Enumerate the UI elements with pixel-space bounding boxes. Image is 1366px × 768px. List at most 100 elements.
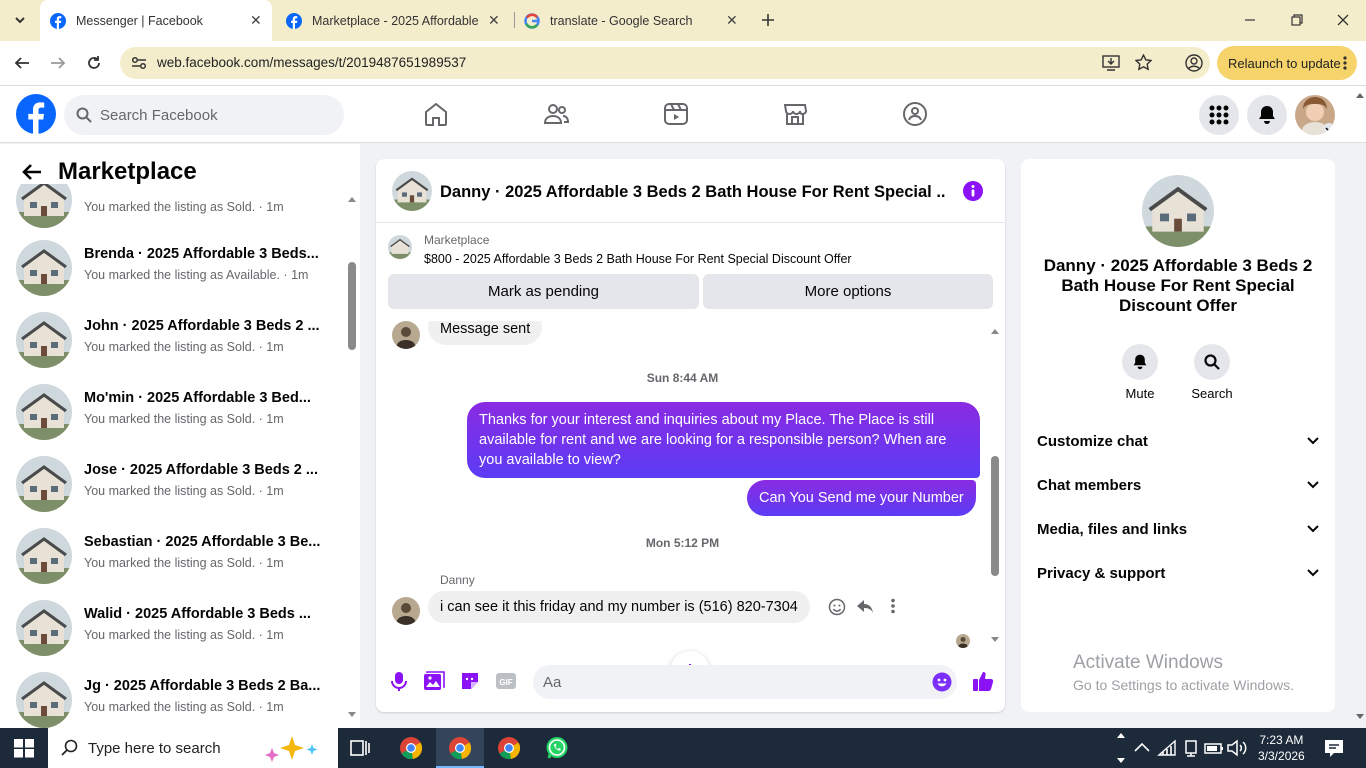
conversation-item[interactable]: Walid · 2025 Affordable 3 Beds ... You m… bbox=[16, 600, 336, 660]
nav-home[interactable] bbox=[422, 100, 450, 128]
nav-marketplace[interactable] bbox=[781, 100, 809, 128]
profile-button[interactable] bbox=[1184, 53, 1204, 73]
facebook-search-input[interactable] bbox=[100, 95, 330, 135]
info-icon[interactable] bbox=[962, 180, 984, 202]
thumbs-up-icon[interactable] bbox=[972, 670, 994, 692]
house-photo-icon bbox=[16, 240, 72, 296]
privacy-support-section[interactable]: Privacy & support bbox=[1037, 553, 1319, 593]
reply-icon[interactable] bbox=[856, 598, 874, 616]
message-bubble-outgoing[interactable]: Can You Send me your Number bbox=[747, 480, 976, 516]
taskbar-search[interactable]: Type here to search bbox=[48, 728, 338, 768]
message-bubble-outgoing[interactable]: Thanks for your interest and inquiries a… bbox=[467, 402, 980, 478]
gif-icon[interactable]: GIF bbox=[495, 670, 517, 692]
install-app-icon[interactable] bbox=[1102, 55, 1120, 71]
photo-attach-icon[interactable] bbox=[423, 670, 445, 692]
close-tab-icon[interactable]: ✕ bbox=[250, 12, 262, 29]
plus-icon bbox=[762, 14, 774, 26]
facebook-logo-icon[interactable] bbox=[16, 94, 56, 134]
conversation-item[interactable]: Sebastian · 2025 Affordable 3 Be... You … bbox=[16, 528, 336, 588]
reload-button[interactable] bbox=[84, 53, 104, 73]
relaunch-update-button[interactable]: Relaunch to update bbox=[1217, 46, 1357, 80]
more-vertical-icon[interactable] bbox=[890, 598, 896, 614]
windows-start-icon[interactable] bbox=[12, 736, 36, 760]
omnibox[interactable]: web.facebook.com/messages/t/201948765198… bbox=[120, 47, 1210, 79]
sticker-icon[interactable] bbox=[459, 670, 481, 692]
back-arrow-icon[interactable] bbox=[22, 163, 42, 181]
chat-members-section[interactable]: Chat members bbox=[1037, 465, 1319, 505]
house-thumbnail[interactable] bbox=[392, 171, 432, 211]
url-text[interactable]: web.facebook.com/messages/t/201948765198… bbox=[157, 55, 466, 70]
more-options-button[interactable]: More options bbox=[703, 274, 993, 309]
whatsapp-icon[interactable] bbox=[545, 736, 569, 760]
emoji-icon[interactable] bbox=[932, 672, 952, 692]
conversation-item[interactable]: Jg · 2025 Affordable 3 Beds 2 Ba... You … bbox=[16, 672, 336, 728]
message-bubble-incoming[interactable]: Message sent bbox=[428, 321, 543, 345]
conversation-item[interactable]: You marked the listing as Sold. · 1m bbox=[16, 184, 336, 232]
system-clock[interactable]: 7:23 AM 3/3/2026 bbox=[1258, 732, 1305, 764]
notification-center-icon[interactable] bbox=[1322, 736, 1346, 760]
microphone-icon[interactable] bbox=[388, 670, 410, 692]
conversation-item[interactable]: Brenda · 2025 Affordable 3 Beds... You m… bbox=[16, 240, 336, 300]
facebook-icon bbox=[286, 12, 302, 29]
page-scrollbar[interactable] bbox=[1353, 86, 1366, 728]
close-tab-icon[interactable]: ✕ bbox=[488, 12, 500, 29]
mark-as-pending-button[interactable]: Mark as pending bbox=[388, 274, 699, 309]
listing-description[interactable]: $800 - 2025 Affordable 3 Beds 2 Bath Hou… bbox=[424, 252, 852, 266]
show-hidden-icons-chevron-icon[interactable] bbox=[1130, 736, 1154, 760]
site-info-icon[interactable] bbox=[131, 56, 147, 70]
nav-watch[interactable] bbox=[662, 100, 690, 128]
conversation-status: You marked the listing as Sold. · 1m bbox=[84, 412, 284, 426]
conversation-item[interactable]: John · 2025 Affordable 3 Beds 2 ... You … bbox=[16, 312, 336, 372]
house-photo-icon bbox=[16, 312, 72, 368]
tab-google-search[interactable]: translate - Google Search ✕ bbox=[524, 0, 744, 41]
battery-icon[interactable] bbox=[1202, 736, 1226, 760]
tab-messenger[interactable]: Messenger | Facebook ✕ bbox=[40, 0, 272, 41]
more-vertical-icon bbox=[1343, 56, 1347, 70]
conversation-list-scrollbar[interactable] bbox=[348, 192, 356, 722]
taskbar-chrome-active[interactable] bbox=[436, 728, 484, 768]
close-window-button[interactable] bbox=[1333, 10, 1353, 30]
customize-chat-section[interactable]: Customize chat bbox=[1037, 421, 1319, 461]
network-device-icon[interactable] bbox=[1179, 736, 1203, 760]
facebook-search[interactable] bbox=[64, 95, 344, 135]
account-avatar[interactable] bbox=[1295, 95, 1335, 135]
media-files-links-section[interactable]: Media, files and links bbox=[1037, 509, 1319, 549]
listing-source: Marketplace bbox=[424, 233, 490, 247]
sender-avatar bbox=[392, 597, 420, 625]
chrome-icon[interactable] bbox=[497, 736, 521, 760]
taskbar-scroll-arrows[interactable] bbox=[1116, 730, 1126, 766]
user-photo-icon bbox=[392, 321, 420, 349]
message-bubble-incoming[interactable]: i can see it this friday and my number i… bbox=[428, 591, 810, 623]
arrow-right-icon bbox=[51, 57, 66, 69]
chrome-icon[interactable] bbox=[399, 736, 423, 760]
notifications-button[interactable] bbox=[1247, 95, 1287, 135]
tab-marketplace[interactable]: Marketplace - 2025 Affordable ✕ bbox=[286, 0, 506, 41]
react-smiley-icon[interactable] bbox=[828, 598, 846, 616]
menu-button[interactable] bbox=[1199, 95, 1239, 135]
new-tab-button[interactable] bbox=[758, 10, 778, 30]
house-photo-icon bbox=[16, 184, 72, 228]
back-button[interactable] bbox=[12, 53, 32, 73]
forward-button[interactable] bbox=[48, 53, 68, 73]
tab-search-dropdown[interactable] bbox=[8, 8, 32, 32]
wifi-icon[interactable] bbox=[1156, 736, 1180, 760]
minimize-icon bbox=[1245, 19, 1255, 21]
chat-scrollbar[interactable] bbox=[990, 324, 1000, 646]
nav-friends[interactable] bbox=[542, 100, 570, 128]
mute-action[interactable]: Mute bbox=[1110, 344, 1170, 401]
restore-button[interactable] bbox=[1287, 10, 1307, 30]
task-view-icon[interactable] bbox=[348, 736, 372, 760]
house-thumbnail bbox=[16, 312, 72, 368]
search-action[interactable]: Search bbox=[1182, 344, 1242, 401]
conversation-item[interactable]: Mo'min · 2025 Affordable 3 Bed... You ma… bbox=[16, 384, 336, 444]
bookmark-star-icon[interactable] bbox=[1135, 54, 1152, 71]
volume-icon[interactable] bbox=[1225, 736, 1249, 760]
message-input[interactable] bbox=[543, 665, 903, 699]
minimize-button[interactable] bbox=[1240, 10, 1260, 30]
conversation-item[interactable]: Jose · 2025 Affordable 3 Beds 2 ... You … bbox=[16, 456, 336, 516]
message-input-box[interactable] bbox=[533, 665, 957, 699]
chat-title[interactable]: Danny · 2025 Affordable 3 Beds 2 Bath Ho… bbox=[440, 183, 945, 202]
close-tab-icon[interactable]: ✕ bbox=[726, 12, 738, 29]
nav-groups[interactable] bbox=[901, 100, 929, 128]
listing-thumbnail bbox=[388, 235, 412, 259]
